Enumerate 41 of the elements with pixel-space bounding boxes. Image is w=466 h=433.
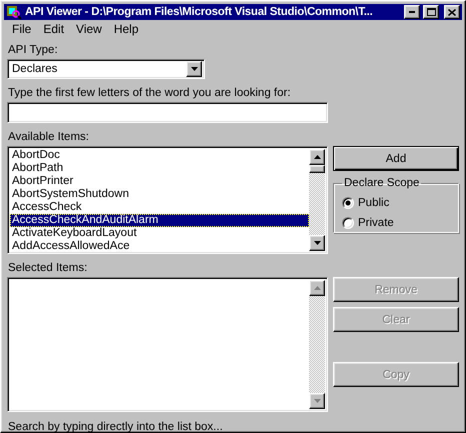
group-title: Declare Scope bbox=[343, 177, 420, 189]
list-item[interactable]: ActivateKeyboardLayout bbox=[10, 227, 309, 240]
radio-button[interactable] bbox=[342, 217, 354, 229]
list-item[interactable]: AbortDoc bbox=[10, 149, 309, 162]
list-item[interactable]: AbortPrinter bbox=[10, 175, 309, 188]
down-arrow-icon bbox=[190, 67, 198, 71]
menu-item[interactable]: File bbox=[6, 22, 38, 36]
minimize-icon bbox=[409, 11, 415, 13]
app-icon bbox=[6, 4, 22, 20]
up-arrow-icon bbox=[314, 155, 320, 159]
menu-item[interactable]: Edit bbox=[37, 22, 70, 36]
field-label: Selected Items: bbox=[8, 262, 88, 274]
close-button[interactable] bbox=[444, 5, 460, 19]
list-item[interactable]: AddAccessAllowedAce bbox=[10, 240, 309, 253]
minimize-button[interactable] bbox=[404, 5, 420, 19]
list-item[interactable]: AbortSystemShutdown bbox=[10, 188, 309, 201]
status-text: Search by typing directly into the list box... bbox=[8, 421, 224, 433]
maximize-button[interactable] bbox=[423, 5, 439, 19]
radio-label: Public bbox=[358, 197, 390, 209]
window-title: API Viewer - D:\Program Files\Microsoft Visual Studio\Common\T... bbox=[25, 6, 374, 18]
maximize-icon bbox=[426, 8, 436, 16]
list-item[interactable]: AbortPath bbox=[10, 162, 309, 175]
up-arrow-icon bbox=[314, 286, 320, 290]
scrollbar[interactable] bbox=[309, 149, 325, 251]
search-field[interactable] bbox=[7, 102, 328, 123]
list-item[interactable]: AccessCheckAndAuditAlarm bbox=[10, 214, 309, 227]
radio-label: Private bbox=[358, 217, 394, 229]
menu-item[interactable]: View bbox=[70, 22, 108, 36]
menu-item[interactable]: Help bbox=[108, 22, 145, 36]
down-arrow-icon bbox=[314, 399, 320, 403]
field-label: API Type: bbox=[8, 44, 59, 56]
scrollbar[interactable] bbox=[309, 280, 325, 409]
list-item[interactable]: AccessCheck bbox=[10, 201, 309, 214]
field-label: Type the first few letters of the word you are looking for: bbox=[8, 87, 292, 99]
close-icon bbox=[448, 8, 456, 16]
api-type-dropdown[interactable]: Declares bbox=[7, 59, 205, 79]
field-label: Available Items: bbox=[8, 131, 90, 143]
radio-button[interactable] bbox=[342, 197, 354, 209]
scrollbar-thumb[interactable] bbox=[309, 165, 325, 173]
down-arrow-icon bbox=[314, 241, 320, 245]
add-button[interactable]: Add bbox=[333, 146, 459, 171]
